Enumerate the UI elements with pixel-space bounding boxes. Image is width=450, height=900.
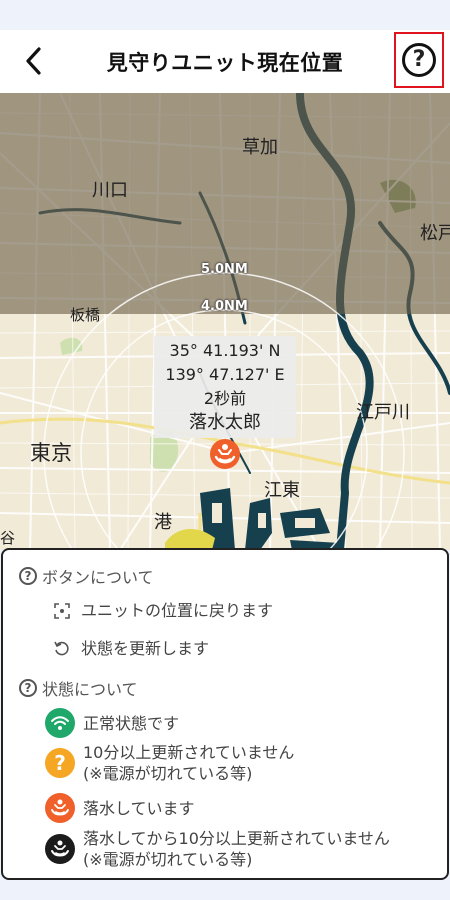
legend-status-heading: ? 状態について [19, 676, 138, 700]
place-label-edge: 谷 [0, 529, 16, 547]
unit-owner-name: 落水太郎 [189, 412, 261, 433]
help-button[interactable]: ? [394, 32, 444, 88]
unit-info-popup: 35° 41.193' N 139° 47.127' E 2秒前 落水太郎 [154, 336, 296, 438]
question-icon: ? [45, 748, 75, 778]
place-label-matsudo: 松戸 [420, 223, 450, 244]
legend-status-overboard: 落水しています [45, 793, 195, 823]
range-ring-label-outer: 5.0NM [201, 262, 248, 277]
map-view[interactable]: 草加 川口 松戸 板橋 江戸川 東京 江東 港 谷 5.0NM 4.0NM 35… [0, 93, 450, 550]
place-label-tokyo: 東京 [30, 441, 72, 465]
place-label-itabashi: 板橋 [70, 306, 101, 324]
page-title: 見守りユニット現在位置 [106, 50, 344, 75]
place-label-koto: 江東 [264, 480, 300, 501]
legend-status-overboard-stale-text: 落水してから10分以上更新されていません [83, 829, 390, 848]
question-circle-icon: ? [402, 43, 436, 77]
app-header: 見守りユニット現在位置 ? [0, 30, 450, 93]
legend-status-stale: ? 10分以上更新されていません (※電源が切れている等) [45, 742, 294, 784]
legend-status-normal: 正常状態です [45, 708, 179, 738]
legend-status-overboard-text: 落水しています [83, 798, 195, 818]
legend-status-overboard-stale: 落水してから10分以上更新されていません (※電源が切れている等) [45, 828, 390, 870]
legend-buttons-heading: ? ボタンについて [19, 564, 154, 588]
legend-status-overboard-stale-note: (※電源が切れている等) [83, 850, 253, 869]
refresh-icon [54, 641, 69, 655]
legend-refresh-row: 状態を更新します [53, 638, 209, 659]
legend-panel: ? ボタンについて ユニットの位置に戻ります 状態を更新します ? 状態について… [1, 548, 449, 880]
legend-locate-text: ユニットの位置に戻ります [81, 601, 274, 620]
legend-buttons-title: ボタンについて [42, 568, 154, 587]
place-label-edogawa: 江戸川 [356, 402, 410, 423]
legend-status-stale-note: (※電源が切れている等) [83, 764, 253, 783]
legend-status-title: 状態について [42, 680, 138, 699]
status-bar [0, 0, 450, 30]
chevron-left-icon [26, 47, 41, 75]
back-button[interactable] [18, 44, 50, 78]
unit-longitude: 139° 47.127' E [165, 365, 285, 384]
person-overboard-icon [210, 439, 240, 469]
question-circle-small-icon: ? [19, 679, 37, 697]
place-label-minato: 港 [154, 512, 172, 533]
legend-status-stale-text: 10分以上更新されていません [83, 743, 295, 762]
legend-status-normal-text: 正常状態です [83, 713, 180, 733]
unit-latitude: 35° 41.193' N [169, 341, 281, 360]
person-overboard-icon [45, 793, 75, 823]
person-overboard-dark-icon [45, 834, 75, 864]
place-label-kawaguchi: 川口 [92, 180, 128, 201]
unit-location-pin[interactable] [210, 439, 240, 469]
map-canvas [0, 93, 450, 550]
locate-target-icon [54, 602, 70, 619]
question-circle-small-icon: ? [19, 567, 37, 585]
unit-elapsed-time: 2秒前 [203, 389, 247, 408]
legend-locate-row: ユニットの位置に戻ります [53, 600, 273, 621]
range-ring-label-inner: 4.0NM [201, 299, 248, 314]
legend-refresh-text: 状態を更新します [81, 639, 210, 658]
wifi-icon [45, 708, 75, 738]
place-label-soka: 草加 [242, 137, 278, 158]
